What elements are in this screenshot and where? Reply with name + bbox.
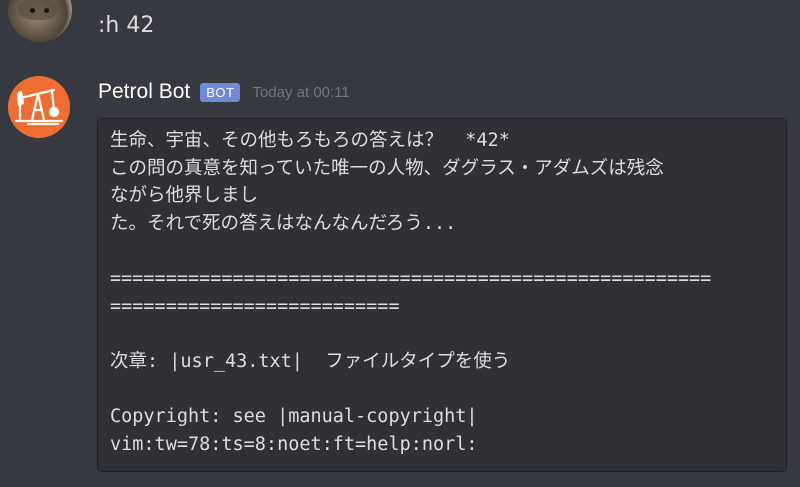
code-line: ========================================… (110, 267, 712, 289)
code-line: 生命、宇宙、その他もろもろの答えは？ *42* (110, 130, 510, 151)
user-avatar[interactable] (8, 0, 72, 42)
bot-badge: BOT (200, 82, 241, 102)
bot-username[interactable]: Petrol Bot (98, 80, 190, 104)
bot-avatar[interactable] (8, 76, 70, 138)
message-timestamp[interactable]: Today at 00:11 (252, 84, 349, 101)
code-line: 次章: |usr_43.txt| ファイルタイプを使う (110, 350, 511, 372)
code-block: 生命、宇宙、その他もろもろの答えは？ *42* この問の真意を知っていた唯一の人… (97, 118, 787, 472)
previous-message-text: :h 42 (98, 13, 155, 38)
badger-eye-right (44, 8, 49, 13)
badger-eye-left (30, 8, 35, 13)
code-block-text: 生命、宇宙、その他もろもろの答えは？ *42* この問の真意を知っていた唯一の人… (110, 127, 786, 458)
code-line: ========================== (110, 295, 400, 317)
code-line: Copyright: see |manual-copyright| (110, 405, 478, 427)
chat-messages: :h 42 Petrol Bot BOT Today at 00:11 生命、宇… (0, 0, 800, 487)
code-line: vim:tw=78:ts=8:noet:ft=help:norl: (110, 433, 478, 455)
badger-fur (18, 0, 58, 20)
previous-message: :h 42 (0, 0, 800, 60)
code-line: ながら他界しまし (110, 185, 259, 207)
code-line: この問の真意を知っていた唯一の人物、ダグラス・アダムズは残念 (110, 157, 664, 179)
code-line: た。それで死の答えはなんなんだろう... (110, 212, 457, 234)
bot-message-header: Petrol Bot BOT Today at 00:11 (98, 78, 350, 106)
oil-pumpjack-icon (14, 88, 64, 126)
